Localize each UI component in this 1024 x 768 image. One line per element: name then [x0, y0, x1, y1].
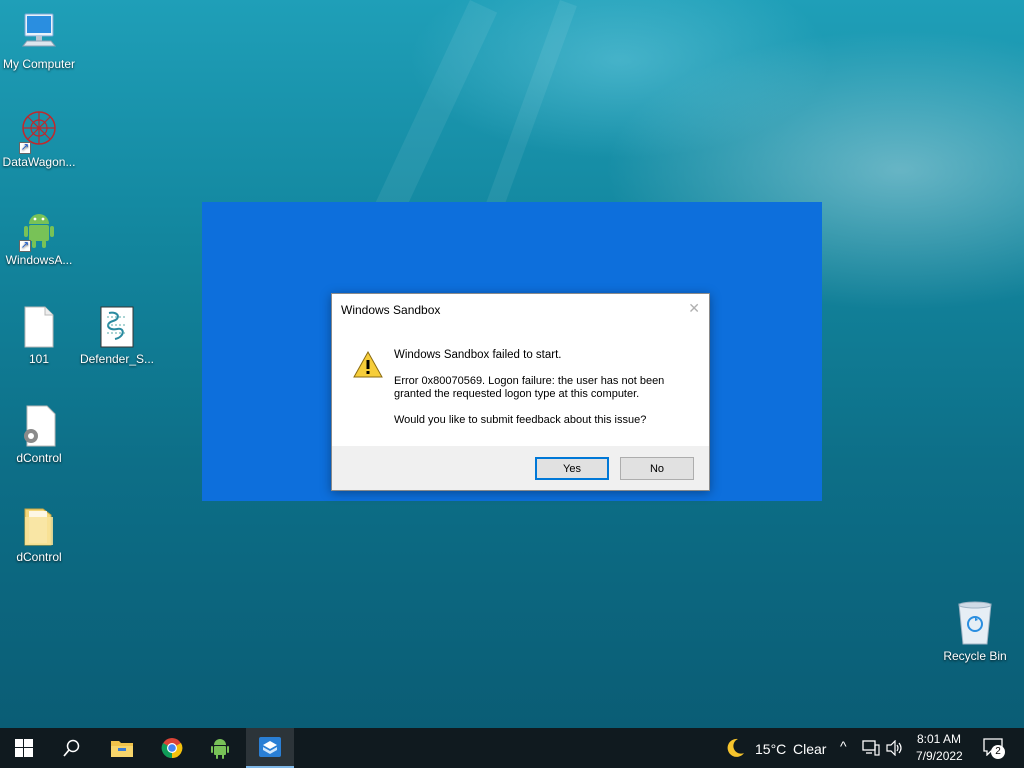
light-ray	[484, 0, 577, 213]
no-button[interactable]: No	[620, 457, 694, 480]
chevron-up-icon[interactable]: ^	[840, 738, 847, 754]
desktop-icon-label: My Computer	[2, 57, 76, 71]
android-icon: ↗	[17, 206, 61, 252]
file-explorer-icon[interactable]	[98, 728, 146, 768]
sandbox-icon[interactable]	[246, 728, 294, 768]
desktop-icon-label: dControl	[16, 550, 62, 564]
taskbar: 15°C Clear ^ 8:01 AM 7/9/2022 2	[0, 728, 1024, 768]
blank-file-icon	[17, 305, 61, 349]
moon-icon[interactable]	[724, 737, 746, 764]
dialog-title: Windows Sandbox	[341, 303, 441, 317]
dialog-question: Would you like to submit feedback about …	[394, 414, 647, 426]
desktop-icon-datawagon[interactable]: ↗ DataWagon...	[0, 108, 78, 169]
desktop-icon-defender[interactable]: Defender_S...	[78, 305, 156, 366]
folder-icon	[17, 503, 61, 547]
desktop-icon-dcontrol-folder[interactable]: dControl	[0, 503, 78, 564]
dialog-heading: Windows Sandbox failed to start.	[394, 349, 562, 361]
notification-count-badge: 2	[991, 745, 1005, 759]
desktop-icon-label: DataWagon...	[2, 155, 76, 169]
network-icon[interactable]	[862, 740, 880, 761]
chrome-icon[interactable]	[148, 728, 196, 768]
volume-icon[interactable]	[886, 739, 904, 761]
notifications-icon[interactable]: 2	[983, 738, 1007, 759]
weather-temp[interactable]: 15°C	[755, 741, 786, 757]
close-icon[interactable]: ✕	[688, 300, 700, 317]
desktop-icon-dcontrol-exe[interactable]: dControl	[0, 404, 78, 465]
desktop-icon-windowsa[interactable]: ↗ WindowsA...	[0, 206, 78, 267]
start-icon[interactable]	[0, 728, 48, 768]
clock-time[interactable]: 8:01 AM	[917, 732, 961, 746]
shortcut-arrow-icon: ↗	[19, 142, 31, 154]
datawagon-icon: ↗	[17, 108, 61, 154]
desktop-icon-my-computer[interactable]: My Computer	[0, 10, 78, 71]
desktop-icon-label: WindowsA...	[5, 253, 73, 267]
desktop-icon-recycle-bin[interactable]: Recycle Bin	[936, 600, 1014, 663]
settings-file-icon	[17, 404, 61, 448]
script-file-icon	[95, 305, 139, 349]
error-dialog: Windows Sandbox ✕ Windows Sandbox failed…	[331, 293, 710, 491]
clock-date[interactable]: 7/9/2022	[916, 749, 963, 763]
desktop-icon-label: Defender_S...	[79, 352, 155, 366]
recycle-bin-icon	[953, 600, 997, 646]
android-icon[interactable]	[196, 728, 244, 768]
desktop-icon-label: dControl	[16, 451, 62, 465]
desktop-icon-label: 101	[28, 352, 50, 366]
yes-button[interactable]: Yes	[535, 457, 609, 480]
desktop-icon-101[interactable]: 101	[0, 305, 78, 366]
weather-condition[interactable]: Clear	[793, 741, 826, 757]
dialog-error-message: Error 0x80070569. Logon failure: the use…	[394, 375, 665, 400]
search-icon[interactable]	[48, 728, 96, 768]
warning-icon	[353, 350, 383, 381]
computer-icon	[17, 10, 61, 54]
shortcut-arrow-icon: ↗	[19, 240, 31, 252]
recycle-bin-label: Recycle Bin	[943, 649, 1007, 663]
